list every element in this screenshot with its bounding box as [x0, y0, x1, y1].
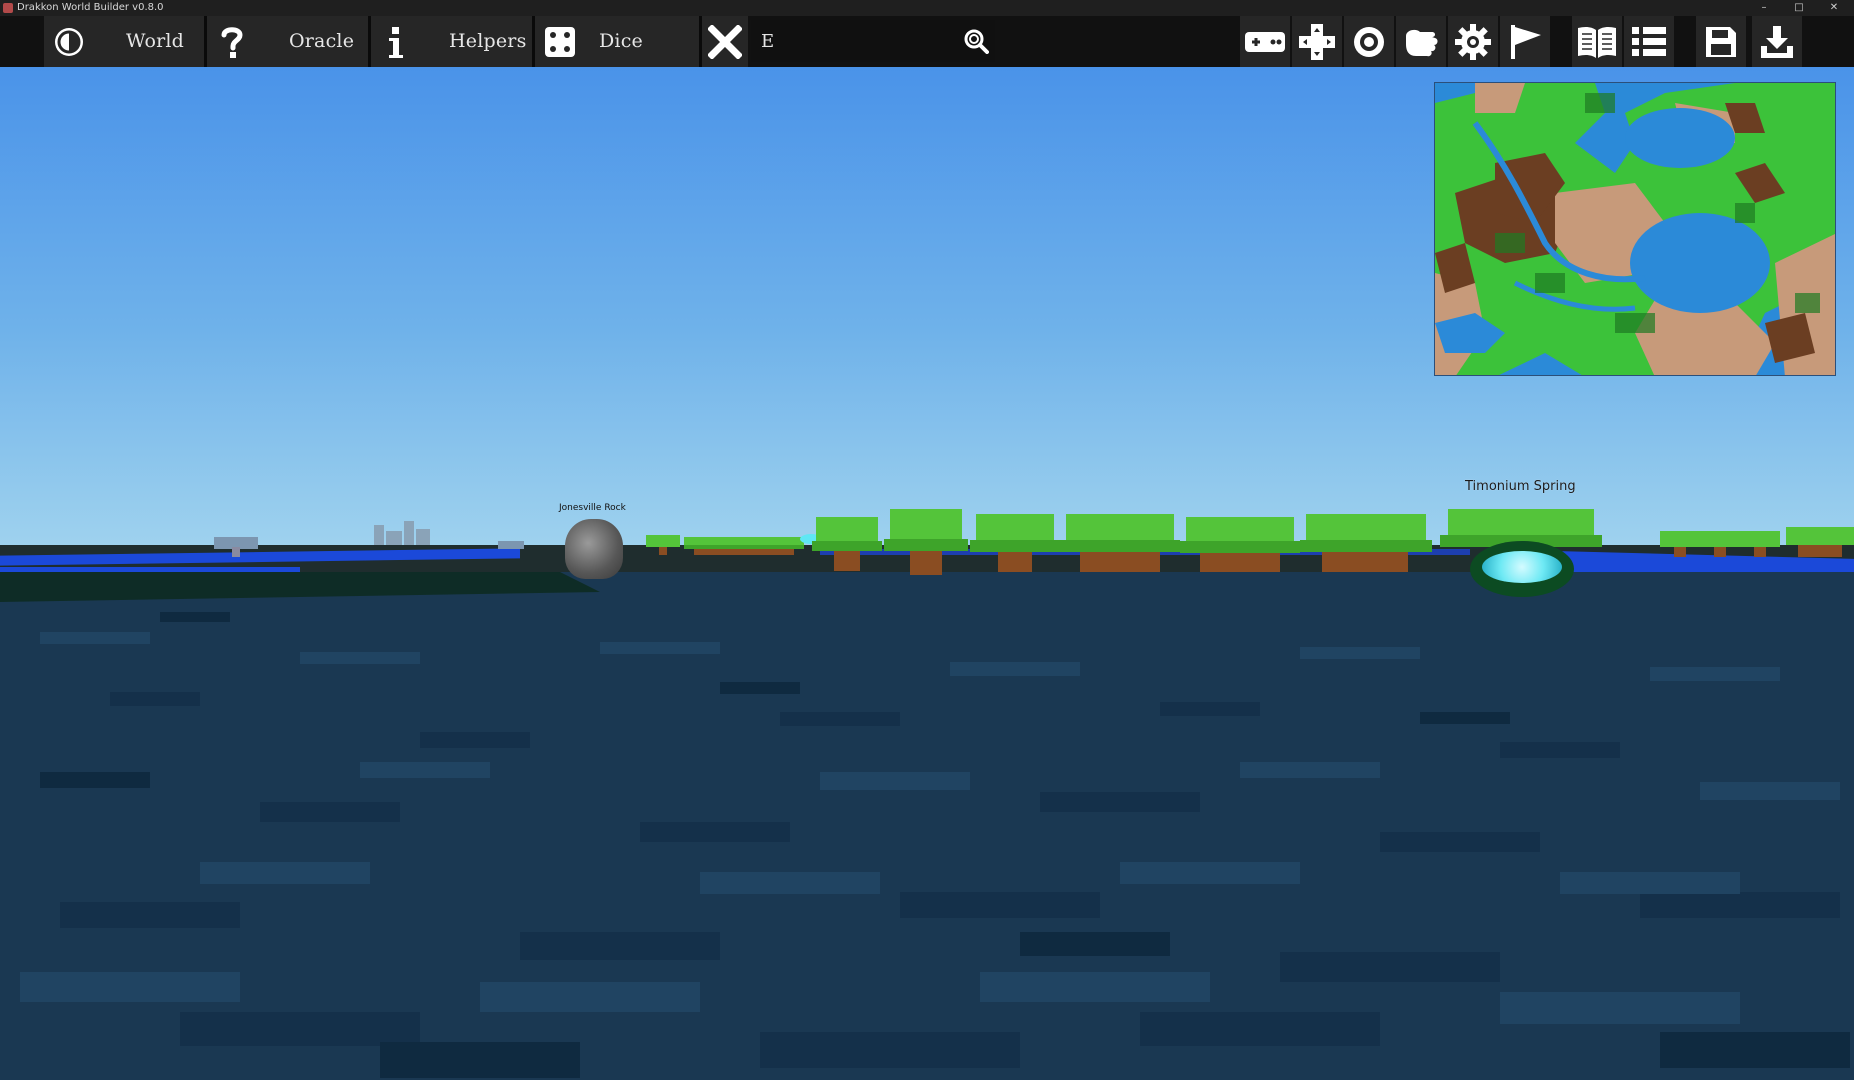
world-minimap[interactable] — [1434, 82, 1836, 376]
tab-helpers-label: Helpers — [449, 30, 527, 52]
close-icon — [700, 16, 750, 67]
window-title: Drakkon World Builder v0.8.0 — [17, 2, 164, 13]
save-button[interactable] — [1696, 16, 1746, 67]
move-button[interactable] — [1292, 16, 1342, 67]
tab-helpers[interactable]: Helpers — [371, 16, 532, 67]
search-input[interactable] — [761, 22, 949, 60]
tree — [884, 509, 968, 575]
tab-world-label: World — [126, 30, 184, 52]
question-icon — [207, 16, 257, 67]
hand-button[interactable] — [1396, 16, 1446, 67]
tree — [1180, 517, 1300, 572]
tree — [1060, 514, 1180, 572]
tree-row — [684, 537, 804, 555]
minimize-button[interactable]: – — [1749, 0, 1779, 16]
journal-button[interactable] — [1572, 16, 1622, 67]
gamepad-button[interactable] — [1240, 16, 1290, 67]
tree — [970, 514, 1060, 572]
flag-button[interactable] — [1500, 16, 1550, 67]
tab-oracle[interactable]: Oracle — [207, 16, 368, 67]
tab-dice-roller-label: Dice Roller — [599, 30, 658, 103]
half-circle-icon — [44, 16, 94, 67]
timonium-spring-landmark[interactable] — [1470, 541, 1574, 597]
tree — [1300, 514, 1432, 572]
target-icon — [1354, 26, 1384, 57]
target-button[interactable] — [1344, 16, 1394, 67]
download-icon — [1761, 25, 1793, 58]
tree — [1700, 531, 1740, 557]
search-button[interactable] — [961, 26, 991, 56]
main-toolbar: World Oracle Helpers Dice Roller — [0, 16, 1854, 103]
settings-gear-icon — [1455, 23, 1491, 60]
ground-terrain — [0, 572, 1854, 1080]
distant-tree — [498, 541, 524, 555]
spring-label: Timonium Spring — [1465, 479, 1576, 494]
tab-world[interactable]: World — [44, 16, 204, 67]
tab-oracle-label: Oracle — [289, 30, 355, 52]
tab-dice-roller[interactable]: Dice Roller — [535, 16, 699, 103]
rock-label: Jonesville Rock — [559, 503, 626, 513]
book-icon — [1578, 26, 1616, 58]
info-icon — [371, 16, 421, 67]
tree — [1740, 531, 1780, 557]
app-icon — [3, 3, 13, 13]
flag-icon — [1511, 24, 1541, 59]
list-icon — [1632, 26, 1666, 56]
hand-icon — [1406, 29, 1438, 56]
maximize-button[interactable]: □ — [1784, 0, 1814, 16]
tree — [812, 517, 882, 571]
distant-tree — [214, 537, 258, 557]
tree — [1786, 527, 1854, 557]
tree — [1660, 531, 1700, 557]
export-button[interactable] — [1752, 16, 1802, 67]
dpad-move-icon — [1299, 23, 1335, 60]
window-title-bar: Drakkon World Builder v0.8.0 – □ ✕ — [0, 0, 1854, 16]
close-window-button[interactable]: ✕ — [1819, 0, 1849, 16]
spring-water — [1482, 551, 1562, 583]
save-icon — [1706, 26, 1736, 57]
close-panel-button[interactable] — [702, 16, 748, 67]
search-box — [751, 20, 995, 62]
jonesville-rock-landmark[interactable] — [565, 519, 623, 579]
dice-icon — [535, 16, 585, 67]
settings-button[interactable] — [1448, 16, 1498, 67]
tree — [646, 535, 680, 555]
list-button[interactable] — [1624, 16, 1674, 67]
gamepad-icon — [1245, 31, 1285, 52]
search-icon — [964, 29, 989, 54]
distant-castle — [374, 519, 434, 545]
